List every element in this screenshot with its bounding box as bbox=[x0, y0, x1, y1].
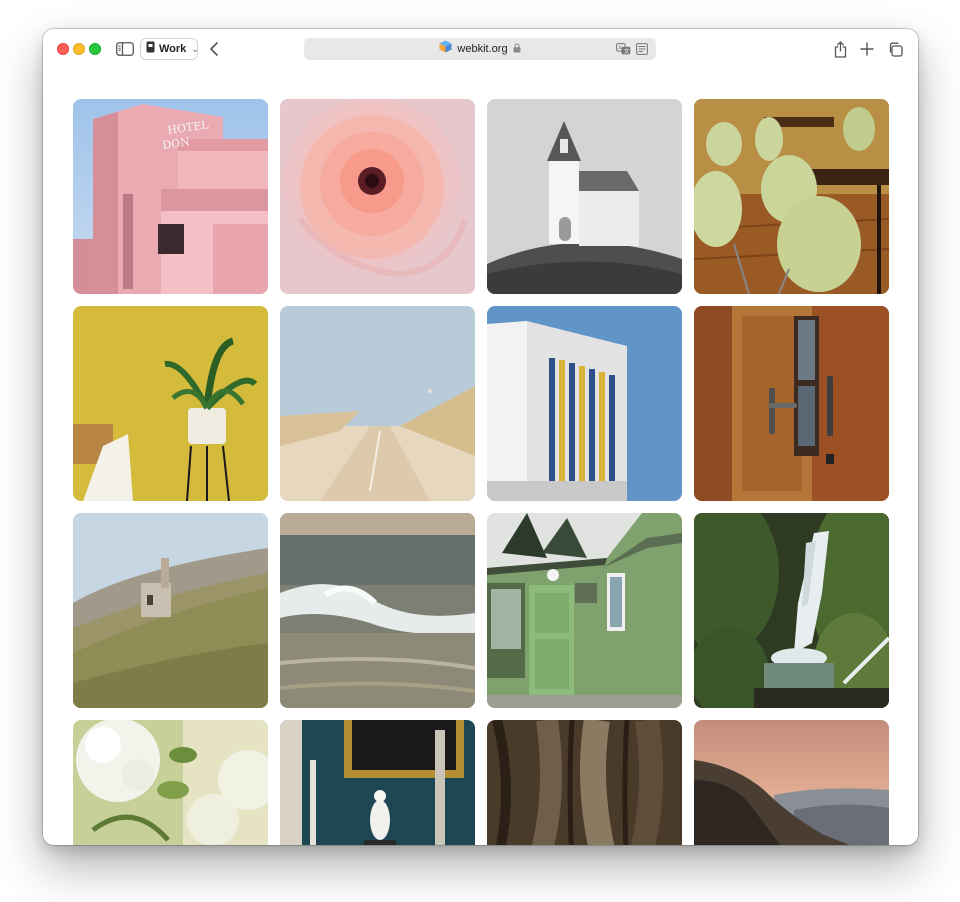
ocean-wave-photo bbox=[280, 513, 475, 708]
mountain-dusk-photo bbox=[694, 720, 889, 845]
photo-tile[interactable] bbox=[280, 720, 475, 845]
photo-tile[interactable] bbox=[280, 513, 475, 708]
tab-group-icon bbox=[146, 40, 155, 58]
cafe-chairs-photo bbox=[694, 99, 889, 294]
photo-tile[interactable] bbox=[280, 306, 475, 501]
browser-window: Work ⌄ webkit.org A文 HOTEL DON bbox=[43, 29, 918, 845]
photo-tile[interactable] bbox=[487, 99, 682, 294]
waterfall-photo bbox=[694, 513, 889, 708]
share-icon[interactable] bbox=[832, 39, 848, 59]
minimize-window-button[interactable] bbox=[73, 43, 85, 55]
photo-tile[interactable] bbox=[487, 720, 682, 845]
white-chapel-photo bbox=[487, 99, 682, 294]
toolbar: Work ⌄ webkit.org A文 bbox=[43, 29, 918, 69]
photo-tile[interactable] bbox=[73, 513, 268, 708]
reader-icon[interactable] bbox=[636, 42, 648, 60]
lock-icon bbox=[513, 40, 521, 58]
address-text: webkit.org bbox=[457, 43, 508, 55]
plus-icon[interactable] bbox=[858, 40, 876, 58]
teal-wall-frame-photo bbox=[280, 720, 475, 845]
photo-tile[interactable] bbox=[73, 306, 268, 501]
webkit-logo-icon bbox=[439, 40, 452, 58]
photo-tile[interactable] bbox=[73, 720, 268, 845]
photo-tile[interactable] bbox=[694, 306, 889, 501]
ranunculus-flower-photo bbox=[280, 99, 475, 294]
page-content: HOTEL DON bbox=[43, 69, 918, 845]
tab-group-label: Work bbox=[159, 43, 187, 55]
tab-group-button[interactable]: Work ⌄ bbox=[140, 38, 199, 60]
translate-icon[interactable]: A文 bbox=[616, 42, 631, 60]
photo-tile[interactable]: HOTEL DON bbox=[73, 99, 268, 294]
photo-tile[interactable] bbox=[280, 99, 475, 294]
photo-tile[interactable] bbox=[694, 720, 889, 845]
sand-dune-path-photo bbox=[280, 306, 475, 501]
modern-building-photo bbox=[487, 306, 682, 501]
tree-bark-photo bbox=[487, 720, 682, 845]
photo-tile[interactable] bbox=[694, 99, 889, 294]
svg-text:A: A bbox=[618, 46, 622, 52]
chevron-down-icon: ⌄ bbox=[191, 43, 199, 54]
hydrangea-photo bbox=[73, 720, 268, 845]
hillside-ruin-photo bbox=[73, 513, 268, 708]
photo-tile[interactable] bbox=[487, 306, 682, 501]
svg-text:文: 文 bbox=[624, 47, 630, 55]
tab-overview-icon[interactable] bbox=[886, 40, 904, 58]
sidebar-icon[interactable] bbox=[115, 40, 135, 58]
wooden-door-photo bbox=[694, 306, 889, 501]
photo-tile[interactable] bbox=[694, 513, 889, 708]
green-house-photo bbox=[487, 513, 682, 708]
zoom-window-button[interactable] bbox=[89, 43, 101, 55]
photo-tile[interactable] bbox=[487, 513, 682, 708]
address-bar[interactable]: webkit.org A文 bbox=[304, 38, 656, 60]
pink-hotel-photo: HOTEL DON bbox=[73, 99, 268, 294]
yellow-wall-plant-photo bbox=[73, 306, 268, 501]
chevron-left-icon[interactable] bbox=[206, 40, 222, 58]
close-window-button[interactable] bbox=[57, 43, 69, 55]
